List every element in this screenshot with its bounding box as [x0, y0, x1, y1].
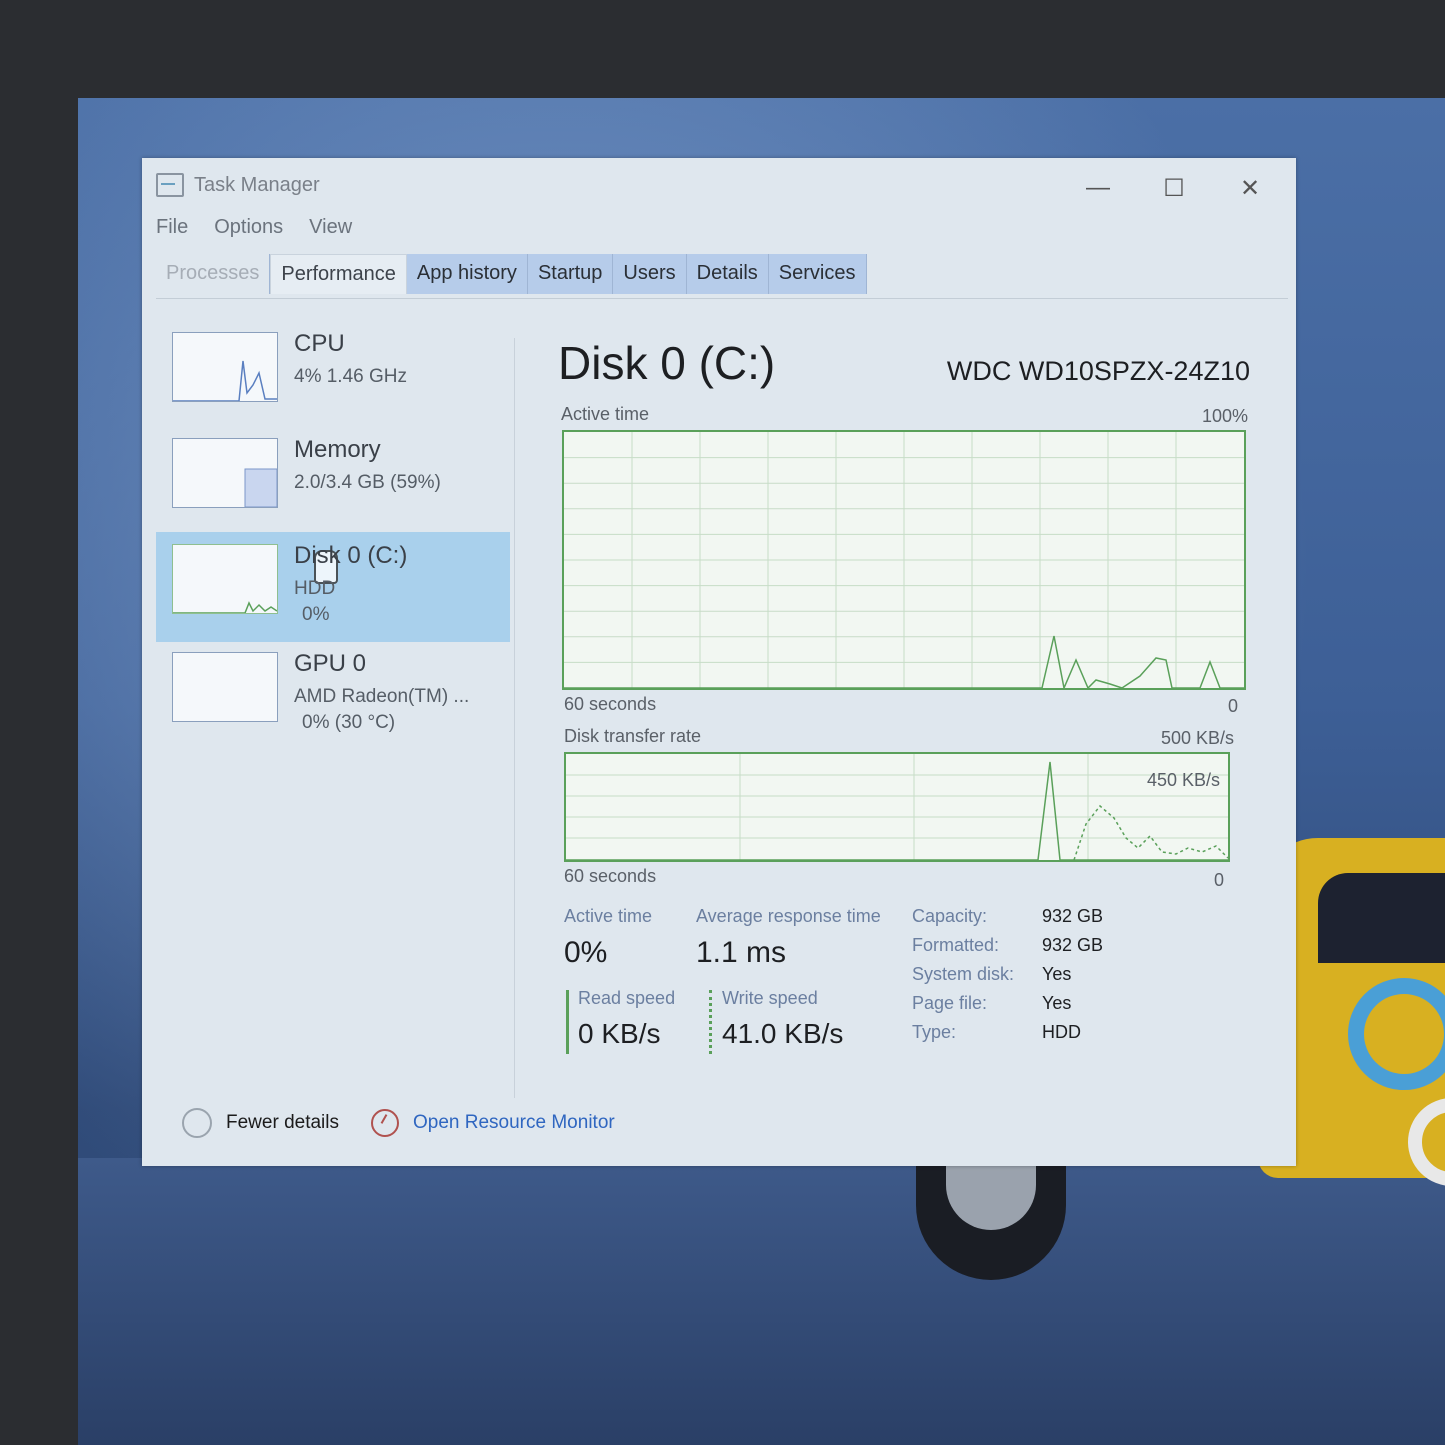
maximize-button[interactable]: ☐: [1156, 174, 1192, 203]
close-button[interactable]: ✕: [1232, 174, 1268, 203]
wallpaper-car-window: [1318, 873, 1445, 963]
wallpaper-floor: [78, 1158, 1445, 1445]
transfer-graph-min: 0: [1213, 870, 1224, 890]
sidebar-item-detail: 2.0/3.4 GB (59%): [294, 472, 441, 493]
avg-response-label: Average response time: [696, 906, 881, 926]
sidebar-item-cpu[interactable]: CPU 4% 1.46 GHz: [156, 320, 510, 430]
read-rate-line: [566, 761, 1228, 860]
transfer-rate-graph-svg: [566, 754, 1228, 860]
task-manager-window: Task Manager — ☐ ✕ File Options View Pro…: [142, 158, 1296, 1166]
gpu-mini-graph: [172, 652, 278, 722]
title-bar[interactable]: Task Manager: [156, 172, 320, 198]
fewer-details-button[interactable]: Fewer details: [226, 1112, 339, 1134]
memory-mini-graph-svg: [244, 468, 278, 508]
transfer-rate-graph: 450 KB/s: [564, 752, 1230, 862]
active-time-graph: [562, 430, 1246, 690]
disk-mini-graph-svg: [173, 601, 278, 614]
disk-mini-graph: [172, 544, 278, 614]
sidebar-item-gpu[interactable]: GPU 0 AMD Radeon(TM) ... 0% (30 °C): [156, 640, 510, 750]
tab-users[interactable]: Users: [613, 254, 687, 294]
active-time-graph-duration: 60 seconds: [564, 694, 657, 714]
footer: Fewer details Open Resource Monitor: [182, 1108, 615, 1138]
tab-performance[interactable]: Performance: [270, 254, 407, 294]
menu-options[interactable]: Options: [214, 216, 283, 239]
avg-response-value: 1.1 ms: [696, 936, 787, 969]
type-value: HDD: [1042, 1022, 1081, 1042]
type-label: Type:: [912, 1022, 957, 1042]
sidebar-item-detail-2: 0% (30 °C): [302, 712, 396, 733]
sidebar-item-label: CPU: [294, 330, 345, 357]
transfer-graph-label: Disk transfer rate: [564, 726, 702, 746]
system-disk-label: System disk:: [912, 964, 1015, 984]
sidebar-divider: [514, 338, 515, 1098]
tab-app-history[interactable]: App history: [406, 254, 528, 294]
tab-strip: Processes Performance App history Startu…: [156, 254, 867, 294]
formatted-value: 932 GB: [1042, 935, 1104, 955]
sidebar-item-memory[interactable]: Memory 2.0/3.4 GB (59%): [156, 426, 510, 536]
disk-model: WDC WD10SPZX-24Z10: [946, 356, 1250, 386]
read-speed-label: Read speed: [578, 988, 676, 1008]
transfer-graph-max: 500 KB/s: [1160, 728, 1234, 748]
write-speed-indicator: [709, 990, 712, 1054]
tab-services[interactable]: Services: [768, 254, 867, 294]
capacity-label: Capacity:: [912, 906, 988, 926]
write-rate-line: [1073, 804, 1228, 860]
window-title: Task Manager: [194, 173, 320, 196]
cpu-mini-graph: [172, 332, 278, 402]
disk-mini-line: [173, 601, 278, 614]
tab-processes[interactable]: Processes: [156, 254, 271, 294]
cpu-mini-line: [173, 360, 277, 402]
resource-monitor-icon: [371, 1109, 399, 1137]
chevron-up-icon[interactable]: [182, 1108, 212, 1138]
formatted-label: Formatted:: [912, 935, 1000, 955]
transfer-graph-inner-scale: 450 KB/s: [1146, 770, 1220, 790]
minimize-button[interactable]: —: [1080, 174, 1116, 203]
sidebar-item-label: Disk 0 (C:): [294, 542, 408, 569]
system-disk-value: Yes: [1042, 964, 1072, 984]
menu-file[interactable]: File: [156, 216, 188, 239]
read-speed-value: 0 KB/s: [578, 1018, 661, 1049]
active-time-stat-value: 0%: [564, 936, 608, 969]
page-file-value: Yes: [1042, 993, 1072, 1013]
page-file-label: Page file:: [912, 993, 988, 1013]
write-speed-label: Write speed: [722, 988, 818, 1008]
active-time-graph-min: 0: [1227, 696, 1238, 716]
active-time-graph-label: Active time: [561, 404, 650, 424]
write-speed-value: 41.0 KB/s: [722, 1018, 844, 1049]
sidebar-item-detail-2: 0%: [302, 604, 330, 625]
open-resource-monitor-link[interactable]: Open Resource Monitor: [413, 1112, 615, 1134]
task-manager-icon: [156, 173, 184, 197]
tab-details[interactable]: Details: [686, 254, 769, 294]
transfer-rate-gridlines: [566, 754, 1228, 860]
sidebar-item-disk[interactable]: Disk 0 (C:) HDD 0%: [156, 532, 510, 642]
tab-startup[interactable]: Startup: [527, 254, 614, 294]
sidebar-item-detail: HDD: [294, 578, 336, 599]
active-time-gridlines: [564, 432, 1244, 688]
read-speed-indicator: [566, 990, 569, 1054]
resource-sidebar: CPU 4% 1.46 GHz Memory 2.0/3.4 GB (59%) …: [156, 320, 514, 733]
sidebar-item-label: Memory: [294, 436, 381, 463]
active-time-stat-label: Active time: [564, 906, 653, 926]
menu-bar: File Options View: [156, 216, 352, 239]
sidebar-item-detail: AMD Radeon(TM) ...: [294, 686, 470, 707]
sidebar-item-label: GPU 0: [294, 650, 367, 677]
page-title: Disk 0 (C:): [558, 337, 776, 389]
memory-mini-fill: [244, 468, 278, 508]
sidebar-item-detail: 4% 1.46 GHz: [294, 366, 407, 387]
active-time-graph-svg: [564, 432, 1244, 688]
memory-mini-graph: [172, 438, 278, 508]
cpu-mini-graph-svg: [173, 360, 277, 402]
menu-view[interactable]: View: [309, 216, 352, 239]
active-time-graph-max: 100%: [1201, 406, 1248, 426]
capacity-value: 932 GB: [1042, 906, 1104, 926]
tab-divider: [156, 298, 1288, 299]
transfer-graph-duration: 60 seconds: [564, 866, 657, 886]
window-controls: — ☐ ✕: [1080, 174, 1268, 203]
